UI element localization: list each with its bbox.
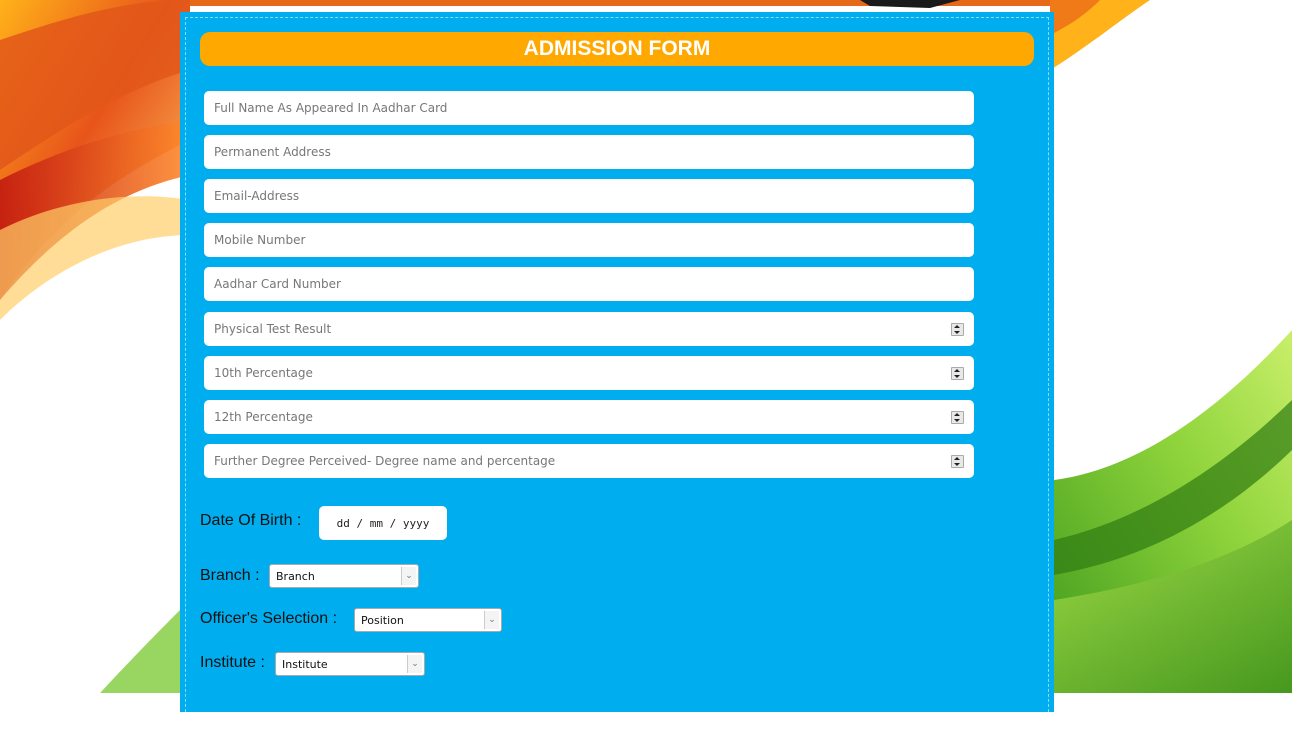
officer-selection-value: Position: [361, 613, 404, 627]
branch-select-value: Branch: [276, 569, 315, 583]
mobile-input[interactable]: [214, 233, 964, 247]
dob-label: Date Of Birth :: [200, 512, 302, 529]
tenth-percentage-input[interactable]: [214, 366, 945, 380]
chevron-down-icon: ⌄: [407, 655, 422, 673]
address-input[interactable]: [214, 145, 964, 159]
twelfth-percentage-spinner-icon[interactable]: [951, 410, 964, 424]
chevron-down-icon: ⌄: [484, 611, 499, 629]
form-title-text: ADMISSION FORM: [523, 37, 711, 60]
dob-input[interactable]: dd / mm / yyyy: [319, 506, 447, 540]
mobile-field[interactable]: [204, 223, 974, 257]
branch-select[interactable]: Branch ⌄: [269, 564, 419, 588]
chevron-down-icon: ⌄: [401, 567, 416, 585]
email-input[interactable]: [214, 189, 964, 203]
form-title: ADMISSION FORM: [200, 32, 1034, 66]
institute-select-value: Institute: [282, 657, 328, 671]
institute-label: Institute :: [200, 654, 265, 671]
full-name-field[interactable]: [204, 91, 974, 125]
further-degree-field[interactable]: [204, 444, 974, 478]
admission-form-panel: ADMISSION FORM Date Of Birth : dd / mm /…: [180, 12, 1054, 732]
aadhar-field[interactable]: [204, 267, 974, 301]
further-degree-spinner-icon[interactable]: [951, 454, 964, 468]
email-field[interactable]: [204, 179, 974, 213]
officer-selection-label: Officer's Selection :: [200, 610, 338, 627]
full-name-input[interactable]: [214, 101, 964, 115]
institute-select[interactable]: Institute ⌄: [275, 652, 425, 676]
physical-test-input[interactable]: [214, 322, 945, 336]
physical-test-field[interactable]: [204, 312, 974, 346]
address-field[interactable]: [204, 135, 974, 169]
physical-test-spinner-icon[interactable]: [951, 322, 964, 336]
officer-selection-select[interactable]: Position ⌄: [354, 608, 502, 632]
further-degree-input[interactable]: [214, 454, 945, 468]
branch-label: Branch :: [200, 567, 260, 584]
tenth-percentage-field[interactable]: [204, 356, 974, 390]
twelfth-percentage-field[interactable]: [204, 400, 974, 434]
tenth-percentage-spinner-icon[interactable]: [951, 366, 964, 380]
aadhar-input[interactable]: [214, 277, 964, 291]
twelfth-percentage-input[interactable]: [214, 410, 945, 424]
